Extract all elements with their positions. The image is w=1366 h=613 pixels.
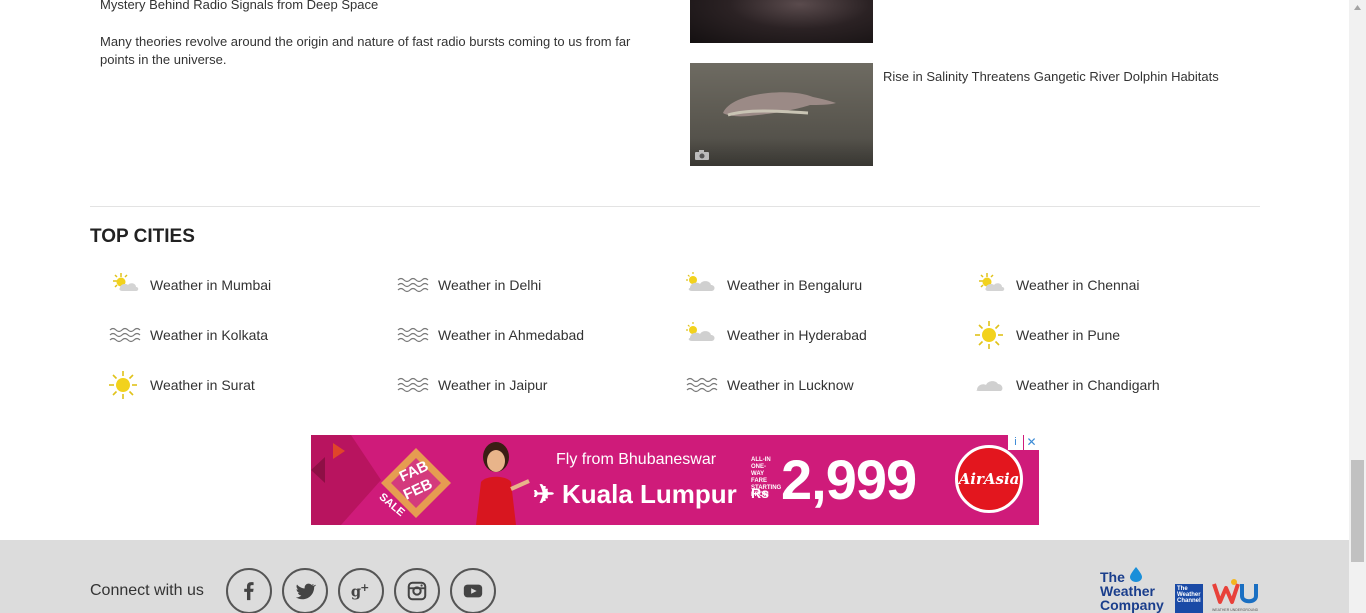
facebook-icon[interactable] <box>226 568 272 613</box>
section-divider <box>90 206 1260 207</box>
city-label: Weather in Jaipur <box>438 377 548 393</box>
city-label: Weather in Pune <box>1016 327 1121 343</box>
city-link-pune[interactable]: Weather in Pune <box>974 315 1120 355</box>
city-link-jaipur[interactable]: Weather in Jaipur <box>396 365 547 405</box>
article-caption[interactable]: Rise in Salinity Threatens Gangetic Rive… <box>883 69 1219 84</box>
the-weather-channel-logo[interactable]: The Weather Channel <box>1175 584 1203 613</box>
scrollbar-thumb[interactable] <box>1351 460 1364 562</box>
scroll-up-arrow-icon[interactable] <box>1349 0 1366 17</box>
top-cities-grid: Weather in Mumbai Weather in Delhi Weath… <box>108 265 1268 415</box>
twitter-icon[interactable] <box>282 568 328 613</box>
haze-icon <box>108 320 142 350</box>
city-link-ahmedabad[interactable]: Weather in Ahmedabad <box>396 315 584 355</box>
youtube-icon[interactable] <box>450 568 496 613</box>
dolphin-image <box>723 92 836 117</box>
dolphin-thumbnail[interactable] <box>690 63 873 166</box>
city-label: Weather in Mumbai <box>150 277 272 293</box>
footer: Connect with us g + The Weather Company T… <box>0 540 1349 613</box>
city-label: Weather in Lucknow <box>727 377 854 393</box>
city-label: Weather in Delhi <box>438 277 542 293</box>
article-teaser[interactable]: Mystery Behind Radio Signals from Deep S… <box>100 0 640 69</box>
haze-icon <box>396 270 430 300</box>
ad-person-image <box>476 442 530 525</box>
partly-cloudy-icon <box>685 270 719 300</box>
city-link-mumbai[interactable]: Weather in Mumbai <box>108 265 271 305</box>
article-title[interactable]: Mystery Behind Radio Signals from Deep S… <box>100 0 640 14</box>
city-label: Weather in Ahmedabad <box>438 327 585 343</box>
camera-icon <box>695 150 709 160</box>
city-link-chennai[interactable]: Weather in Chennai <box>974 265 1139 305</box>
city-link-lucknow[interactable]: Weather in Lucknow <box>685 365 854 405</box>
svg-text:WEATHER UNDERGROUND: WEATHER UNDERGROUND <box>1212 608 1259 612</box>
google-plus-icon[interactable]: g + <box>338 568 384 613</box>
sun-icon <box>974 320 1008 350</box>
city-label: Weather in Hyderabad <box>727 327 867 343</box>
partly-sunny-icon <box>974 270 1008 300</box>
ad-close-icon[interactable]: ✕ <box>1024 435 1039 450</box>
cloud-icon <box>974 370 1008 400</box>
article-thumbnail[interactable] <box>690 0 873 43</box>
city-link-hyderabad[interactable]: Weather in Hyderabad <box>685 315 867 355</box>
partly-sunny-icon <box>108 270 142 300</box>
city-label: Weather in Bengaluru <box>727 277 863 293</box>
haze-icon <box>396 320 430 350</box>
city-label: Weather in Chandigarh <box>1016 377 1160 393</box>
city-link-surat[interactable]: Weather in Surat <box>108 365 255 405</box>
ad-destination: ✈ Kuala Lumpur <box>533 479 737 509</box>
water-drop-icon <box>1130 567 1142 582</box>
weather-underground-logo[interactable]: WEATHER UNDERGROUND <box>1212 578 1262 613</box>
airasia-logo: AirAsia <box>955 445 1023 513</box>
article-description: Many theories revolve around the origin … <box>100 34 631 67</box>
ad-info-icon[interactable]: i <box>1008 435 1023 450</box>
instagram-icon[interactable] <box>394 568 440 613</box>
vertical-scrollbar[interactable] <box>1349 0 1366 613</box>
ad-currency: Rs <box>751 485 769 501</box>
haze-icon <box>396 370 430 400</box>
city-label: Weather in Chennai <box>1016 277 1140 293</box>
city-link-kolkata[interactable]: Weather in Kolkata <box>108 315 268 355</box>
city-label: Weather in Kolkata <box>150 327 269 343</box>
city-link-delhi[interactable]: Weather in Delhi <box>396 265 541 305</box>
partner-logos: The Weather Company The Weather Channel … <box>1100 566 1265 613</box>
city-link-bengaluru[interactable]: Weather in Bengaluru <box>685 265 862 305</box>
city-link-chandigarh[interactable]: Weather in Chandigarh <box>974 365 1160 405</box>
connect-label: Connect with us <box>90 582 204 599</box>
svg-text:+: + <box>360 581 369 594</box>
haze-icon <box>685 370 719 400</box>
city-label: Weather in Surat <box>150 377 255 393</box>
ad-banner[interactable]: FAB FEB SALE Fly from Bhubaneswar ✈ Kual… <box>311 435 1039 525</box>
sun-icon <box>108 370 142 400</box>
ad-price: 2,999 <box>781 448 917 511</box>
ad-fly-from: Fly from Bhubaneswar <box>556 451 717 468</box>
partly-cloudy-icon <box>685 320 719 350</box>
section-title: TOP CITIES <box>90 226 195 247</box>
